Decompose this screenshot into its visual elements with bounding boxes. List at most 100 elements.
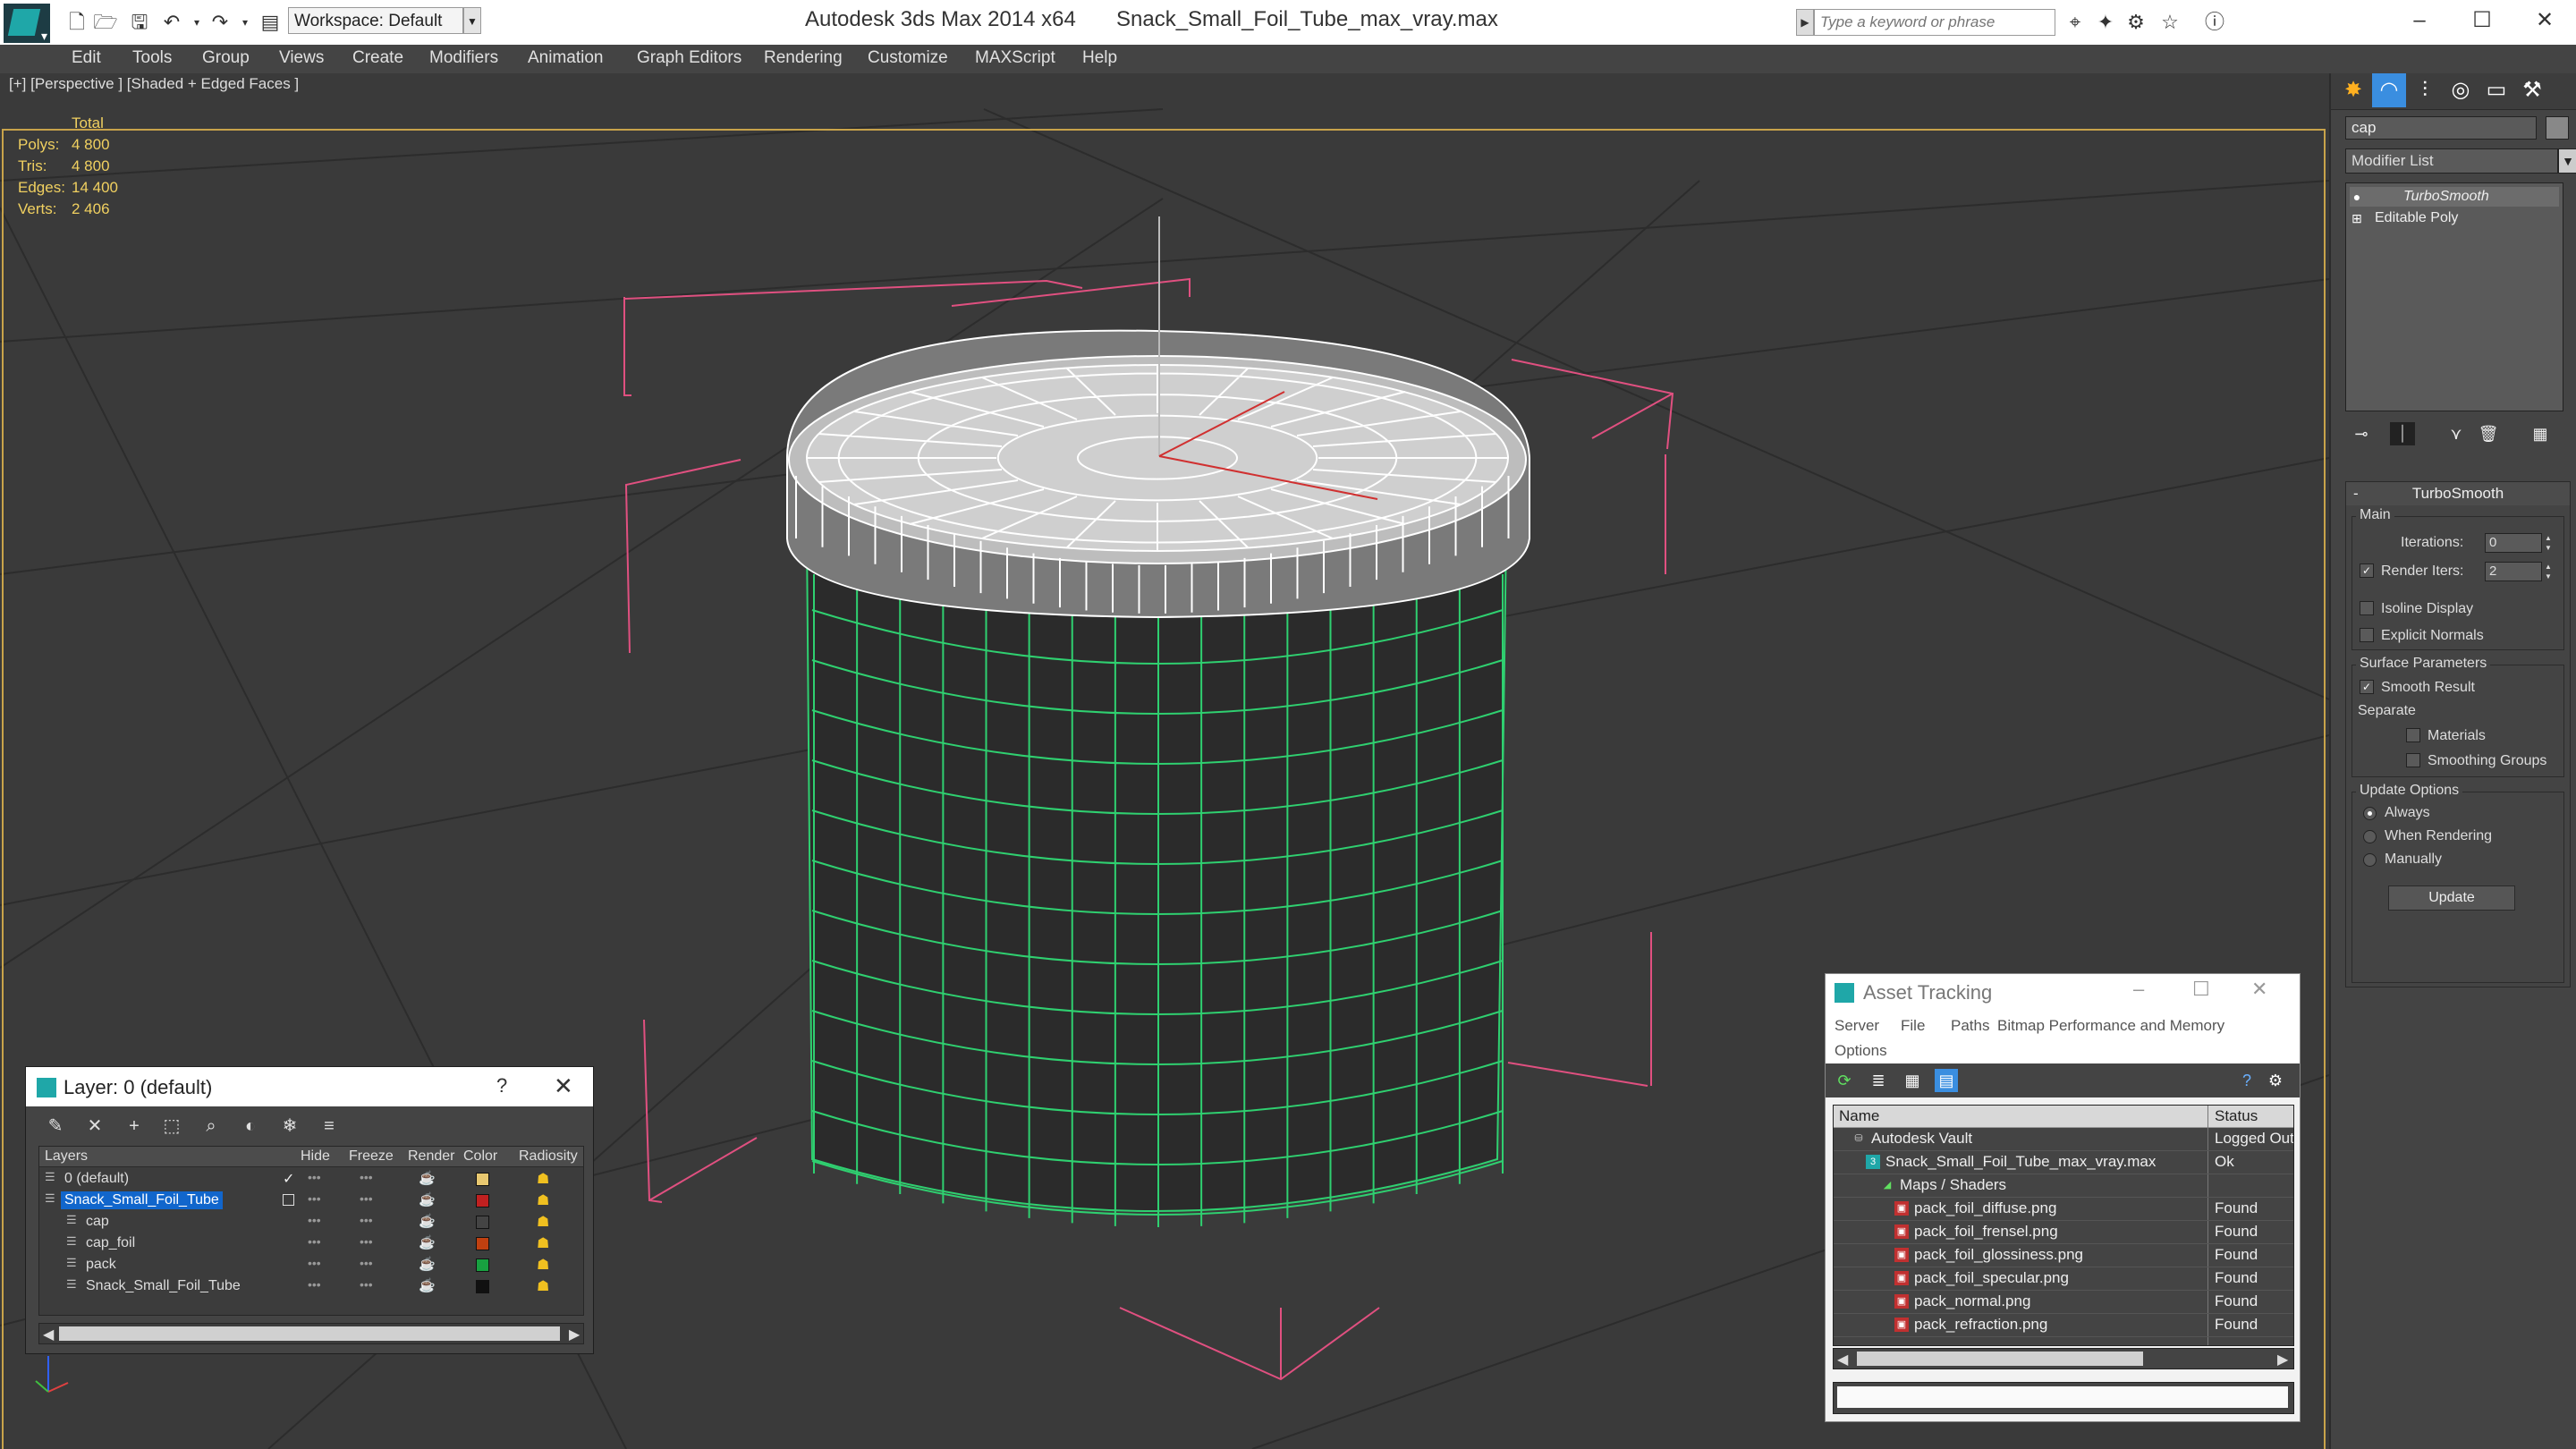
collapse-icon[interactable]: - [2353, 482, 2359, 505]
help-button[interactable]: ? [496, 1074, 507, 1097]
manually-radio[interactable] [2363, 853, 2377, 867]
pin-stack-icon[interactable]: ⊸ [2349, 422, 2374, 445]
update-button[interactable]: Update [2388, 886, 2515, 911]
list-view-icon[interactable]: ≣ [1867, 1069, 1890, 1092]
asset-tracking-titlebar[interactable]: Asset Tracking – ☐ ✕ [1826, 974, 2300, 1012]
when-rendering-radio[interactable] [2363, 830, 2377, 843]
path-input[interactable] [1837, 1386, 2288, 1408]
hierarchy-tab-icon[interactable]: ⫶ [2408, 73, 2442, 107]
hide-toggle[interactable]: ••• [308, 1170, 321, 1184]
undo-dropdown-icon[interactable]: ▾ [184, 11, 209, 34]
refresh-icon[interactable]: ⟳ [1833, 1069, 1856, 1092]
radiosity-icon[interactable]: ☗ [537, 1234, 549, 1252]
hide-toggle[interactable]: ••• [308, 1191, 321, 1206]
asset-row[interactable]: ▣ pack_foil_diffuse.png Found [1834, 1197, 2293, 1221]
undo-icon[interactable]: ↶ [159, 11, 184, 34]
asset-row[interactable]: ▣ pack_foil_frensel.png Found [1834, 1220, 2293, 1244]
freeze-toggle[interactable]: ••• [360, 1277, 373, 1292]
freeze-all-icon[interactable]: ❄ [276, 1114, 303, 1139]
render-teapot-icon[interactable]: ☕ [419, 1213, 436, 1229]
menu-views[interactable]: Views [279, 48, 324, 68]
layer-row[interactable]: ☰ Snack_Small_Foil_Tube ••• ••• ☕ ☗ [39, 1190, 583, 1211]
asset-row[interactable]: ▣ pack_normal.png Found [1834, 1290, 2293, 1314]
render-teapot-icon[interactable]: ☕ [419, 1191, 436, 1208]
hide-toggle[interactable]: ••• [308, 1234, 321, 1249]
render-teapot-icon[interactable]: ☕ [419, 1234, 436, 1250]
layer-row[interactable]: ☰ Snack_Small_Foil_Tube ••• ••• ☕ ☗ [39, 1275, 583, 1297]
menu-rendering[interactable]: Rendering [764, 48, 843, 68]
chevron-right-icon[interactable]: ▶ [1796, 9, 1814, 36]
hide-toggle[interactable]: ••• [308, 1213, 321, 1227]
col-hide[interactable]: Hide [301, 1148, 330, 1165]
create-layer-icon[interactable]: ✎ [42, 1114, 69, 1139]
make-unique-icon[interactable]: ⋎ [2444, 422, 2469, 445]
modify-tab-icon[interactable]: ◠ [2372, 73, 2406, 107]
materials-checkbox[interactable] [2406, 728, 2420, 742]
scrollbar-thumb[interactable] [1857, 1352, 2143, 1366]
menu-edit[interactable]: Edit [72, 48, 101, 68]
redo-icon[interactable]: ↷ [208, 11, 233, 34]
always-radio[interactable] [2363, 807, 2377, 820]
layer-dialog-titlebar[interactable]: Layer: 0 (default) ? ✕ [26, 1067, 593, 1106]
close-icon[interactable]: ✕ [2522, 4, 2567, 38]
hide-toggle[interactable]: ••• [308, 1277, 321, 1292]
smoothing-groups-checkbox[interactable] [2406, 753, 2420, 767]
motion-tab-icon[interactable]: ◎ [2444, 73, 2478, 107]
perspective-viewport[interactable]: [+] [Perspective ] [Shaded + Edged Faces… [0, 73, 2329, 1449]
active-layer-check-icon[interactable]: ✓ [283, 1170, 294, 1188]
search-input[interactable] [1814, 9, 2055, 36]
render-teapot-icon[interactable]: ☕ [419, 1277, 436, 1293]
menu-group[interactable]: Group [202, 48, 250, 68]
tools-icon[interactable]: ✦ [2093, 11, 2118, 34]
menu-bitmap-performance[interactable]: Bitmap Performance and Memory [1997, 1017, 2224, 1035]
layer-color-swatch[interactable] [476, 1173, 489, 1186]
layer-color-swatch[interactable] [476, 1237, 489, 1250]
help-icon[interactable]: ? [2235, 1069, 2258, 1092]
tree-view-icon[interactable]: ▦ [1901, 1069, 1924, 1092]
menu-create[interactable]: Create [352, 48, 403, 68]
explicit-normals-checkbox[interactable] [2360, 628, 2374, 642]
highlight-layer-icon[interactable]: ⌕ [198, 1114, 225, 1139]
render-teapot-icon[interactable]: ☕ [419, 1256, 436, 1272]
select-objects-icon[interactable]: ⬚ [158, 1114, 185, 1139]
col-layers[interactable]: Layers [45, 1148, 88, 1165]
layer-row[interactable]: ☰ cap ••• ••• ☕ ☗ [39, 1211, 583, 1233]
binoculars-icon[interactable]: ⌖ [2063, 11, 2088, 34]
chevron-left-icon[interactable]: ◀ [43, 1326, 54, 1343]
menu-modifiers[interactable]: Modifiers [429, 48, 498, 68]
render-teapot-icon[interactable]: ☕ [419, 1170, 436, 1186]
object-name-field[interactable]: cap [2345, 116, 2537, 140]
asset-row[interactable]: ⛁ Autodesk Vault Logged Out [1834, 1127, 2293, 1151]
render-iters-spinner[interactable]: 2 [2485, 562, 2542, 581]
maximize-icon[interactable]: ☐ [2460, 4, 2504, 38]
save-icon[interactable]: 🖫 [127, 11, 152, 34]
workspace-dropdown[interactable]: Workspace: Default [288, 7, 463, 34]
layer-name[interactable]: cap [82, 1213, 113, 1231]
scrollbar-thumb[interactable] [59, 1326, 560, 1341]
project-folder-icon[interactable]: ▤ [258, 11, 283, 34]
chevron-down-icon[interactable]: ▼ [2558, 148, 2576, 174]
hide-toggle[interactable]: ••• [308, 1256, 321, 1270]
menu-maxscript[interactable]: MAXScript [975, 48, 1055, 68]
maximize-icon[interactable]: ☐ [2192, 978, 2210, 1001]
layer-row[interactable]: ☰ pack ••• ••• ☕ ☗ [39, 1254, 583, 1275]
chevron-right-icon[interactable]: ▶ [2277, 1351, 2288, 1368]
spinner-arrows-icon[interactable]: ▲ ▼ [2542, 533, 2555, 553]
hide-all-icon[interactable]: ◐ [237, 1114, 264, 1139]
stack-item-turbosmooth[interactable]: ● TurboSmooth [2350, 187, 2559, 207]
favorites-star-icon[interactable]: ☆ [2157, 11, 2182, 34]
col-name[interactable]: Name [1839, 1107, 1879, 1125]
radiosity-icon[interactable]: ☗ [537, 1170, 549, 1188]
freeze-toggle[interactable]: ••• [360, 1234, 373, 1249]
minimize-icon[interactable]: – [2133, 978, 2144, 1001]
asset-row[interactable]: ▣ pack_foil_glossiness.png Found [1834, 1243, 2293, 1267]
configure-sets-icon[interactable]: ▦ [2528, 422, 2553, 445]
chevron-left-icon[interactable]: ◀ [1837, 1351, 1848, 1368]
radiosity-icon[interactable]: ☗ [537, 1277, 549, 1295]
render-iters-checkbox[interactable]: ✓ [2360, 564, 2374, 578]
radiosity-icon[interactable]: ☗ [537, 1191, 549, 1209]
menu-tools[interactable]: Tools [132, 48, 172, 68]
smooth-result-checkbox[interactable]: ✓ [2360, 680, 2374, 694]
table-view-icon[interactable]: ▤ [1935, 1069, 1958, 1092]
layer-name[interactable]: Snack_Small_Foil_Tube [61, 1191, 223, 1209]
